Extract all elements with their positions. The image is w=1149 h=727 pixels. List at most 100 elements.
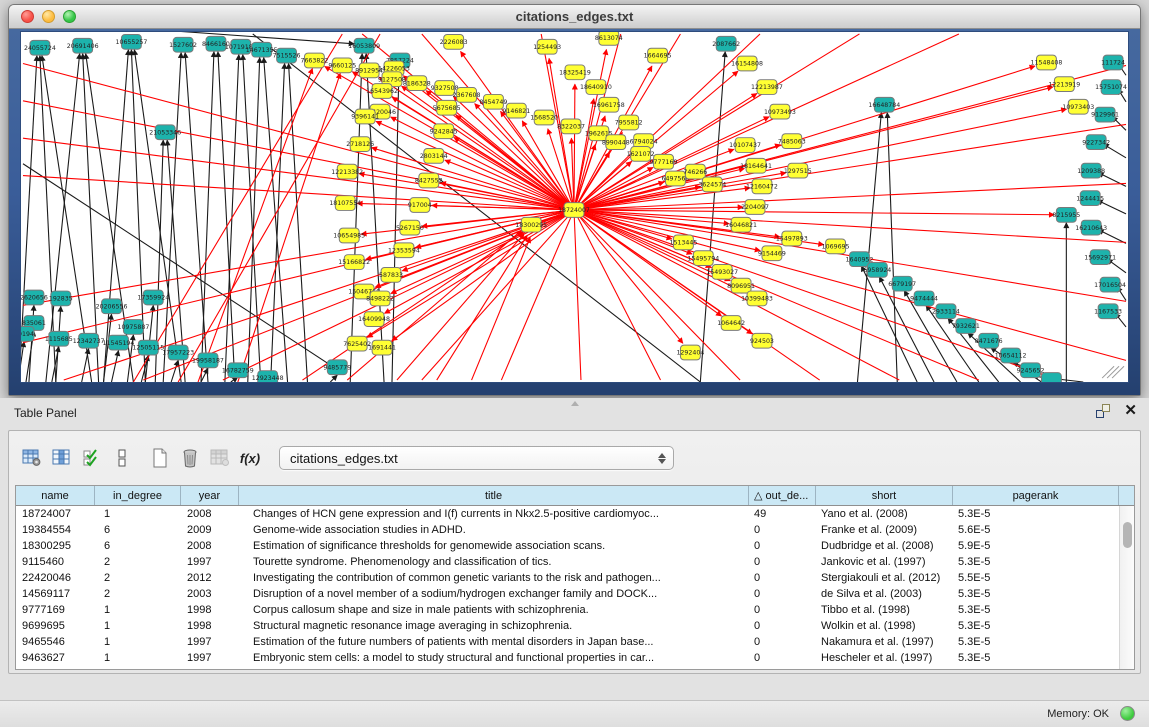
graph-node[interactable]: 1254493	[533, 39, 561, 54]
table-row[interactable]: 1830029562008Estimation of significance …	[16, 538, 1134, 554]
graph-node[interactable]: 16961758	[593, 97, 625, 112]
graph-node[interactable]: 2620656	[21, 290, 48, 305]
graph-node[interactable]: 917004	[408, 198, 432, 213]
graph-node[interactable]: 10975887	[117, 320, 149, 335]
graph-node[interactable]: 39194	[21, 326, 34, 341]
scrollbar-thumb[interactable]	[1123, 522, 1132, 548]
graph-node[interactable]: 9245652	[1017, 363, 1045, 378]
graph-node[interactable]: 18640910	[580, 80, 612, 95]
column-header-name[interactable]: name	[16, 486, 95, 505]
table-row[interactable]: 911546021997Tourette syndrome. Phenomeno…	[16, 554, 1134, 570]
graph-node[interactable]: 7932621	[952, 319, 980, 334]
graph-node[interactable]: 17957223	[162, 345, 194, 360]
graph-node[interactable]: 924503	[750, 333, 774, 348]
graph-node[interactable]: 9146821	[502, 103, 530, 118]
graph-node[interactable]: 10107437	[729, 138, 761, 153]
graph-node[interactable]: 7485063	[778, 134, 806, 149]
graph-node[interactable]: 12213987	[751, 80, 783, 95]
graph-node[interactable]: 192835	[49, 291, 73, 306]
graph-node[interactable]: 9227342	[1082, 135, 1110, 150]
graph-node[interactable]: 12505115	[132, 340, 164, 355]
graph-node[interactable]: 11548408	[1031, 55, 1063, 70]
graph-node[interactable]: 7625402	[343, 336, 371, 351]
graph-node[interactable]: 587833	[379, 267, 403, 282]
column-header-title[interactable]: title	[239, 486, 749, 505]
graph-node[interactable]: 1069695	[822, 239, 850, 254]
graph-node[interactable]: 8613074	[595, 32, 623, 45]
graph-node[interactable]: 1209388	[1077, 163, 1105, 178]
graph-node[interactable]: 2933114	[932, 304, 960, 319]
graph-node[interactable]: 8215955	[1052, 207, 1080, 222]
table-row[interactable]: 1456911722003Disruption of a novel membe…	[16, 586, 1134, 602]
graph-node[interactable]: 15751074	[1095, 80, 1127, 95]
graph-node[interactable]: 1527602	[169, 37, 197, 52]
graph-node[interactable]: 9485779	[323, 360, 351, 375]
graph-node[interactable]: 5267150	[396, 220, 424, 235]
graph-node[interactable]: 1664695	[644, 48, 672, 63]
graph-node[interactable]: 17016504	[1094, 277, 1126, 292]
window-titlebar[interactable]: citations_edges.txt	[9, 5, 1140, 29]
graph-node[interactable]: 9777169	[650, 154, 678, 169]
graph-node[interactable]: 12353594	[388, 243, 420, 258]
graph-node[interactable]: 10654985	[333, 228, 365, 243]
delete-table-icon[interactable]	[175, 442, 205, 474]
graph-node[interactable]: 1244415	[1076, 191, 1104, 206]
function-builder-icon[interactable]: f(x)	[235, 442, 265, 474]
network-canvas[interactable]: 2405572420691406106552571527602846616010…	[21, 32, 1128, 382]
graph-node[interactable]: 20691406	[67, 38, 99, 53]
float-panel-icon[interactable]	[1096, 404, 1110, 418]
new-table-icon[interactable]	[145, 442, 175, 474]
graph-node[interactable]: 1167533	[1094, 304, 1122, 319]
graph-node[interactable]: 8471676	[975, 333, 1003, 348]
graph-node[interactable]: 3624574	[698, 177, 726, 192]
graph-node[interactable]: 15497893	[776, 231, 808, 246]
graph-node[interactable]: 10655257	[115, 34, 147, 49]
network-view[interactable]: 2405572420691406106552571527602846616010…	[20, 31, 1129, 383]
graph-node[interactable]: 746266	[683, 164, 707, 179]
graph-node[interactable]: 1513445	[669, 235, 697, 250]
select-rows-icon[interactable]	[77, 442, 107, 474]
close-panel-icon[interactable]: ✕	[1124, 404, 1137, 418]
column-header-year[interactable]: year	[181, 486, 239, 505]
graph-node[interactable]: 16053809	[348, 38, 380, 53]
graph-node[interactable]: 1115685	[45, 331, 73, 346]
graph-node[interactable]: 9242845	[430, 124, 458, 139]
table-row[interactable]: 946362711997Embryonic stem cells: a mode…	[16, 650, 1134, 666]
graph-node[interactable]: 18325419	[559, 65, 591, 80]
table-row[interactable]: 946554611997Estimation of the future num…	[16, 634, 1134, 650]
column-header-out_de[interactable]: △ out_de...	[749, 486, 816, 505]
graph-node[interactable]: 1292404	[676, 345, 704, 360]
graph-node[interactable]: 7515526	[273, 48, 301, 63]
graph-node[interactable]: 12160472	[746, 179, 778, 194]
table-vertical-scrollbar[interactable]	[1119, 506, 1134, 669]
table-row[interactable]: 1938455462009Genome-wide association stu…	[16, 522, 1134, 538]
table-settings-icon[interactable]	[17, 442, 47, 474]
graph-node[interactable]: 2803144	[420, 149, 448, 164]
panel-resize-handle[interactable]	[571, 401, 579, 406]
graph-node[interactable]: 24055724	[24, 40, 56, 55]
import-table-icon[interactable]	[205, 442, 235, 474]
graph-node[interactable]: 7955812	[615, 115, 643, 130]
graph-node[interactable]: 9396141	[351, 109, 379, 124]
graph-node[interactable]: 7663822	[300, 53, 328, 68]
table-row[interactable]: 977716911998Corpus callosum shape and si…	[16, 602, 1134, 618]
table-panel-titlebar[interactable]: Table Panel ✕	[0, 398, 1149, 428]
table-row[interactable]: 969969511998Structural magnetic resonanc…	[16, 618, 1134, 634]
column-header-pagerank[interactable]: pagerank	[953, 486, 1119, 505]
graph-node[interactable]: 12342737	[73, 333, 105, 348]
graph-node[interactable]: 8498222	[366, 291, 394, 306]
graph-node[interactable]: 1691441	[368, 340, 396, 355]
graph-node[interactable]: 2367608	[453, 88, 481, 103]
column-header-in_degree[interactable]: in_degree	[95, 486, 181, 505]
graph-node[interactable]: 10973403	[1062, 99, 1094, 114]
graph-node[interactable]	[1041, 373, 1061, 382]
graph-node[interactable]: 16782759	[222, 363, 254, 378]
graph-node[interactable]: 1297515	[784, 163, 812, 178]
graph-node[interactable]: 2226083	[440, 34, 468, 49]
graph-node[interactable]: 10654112	[995, 348, 1027, 363]
graph-node[interactable]: 6679197	[888, 276, 916, 291]
graph-node[interactable]: 16154808	[731, 56, 763, 71]
column-header-short[interactable]: short	[816, 486, 953, 505]
graph-node[interactable]: 6958924	[863, 263, 891, 278]
graph-node[interactable]: 8427552	[415, 173, 443, 188]
